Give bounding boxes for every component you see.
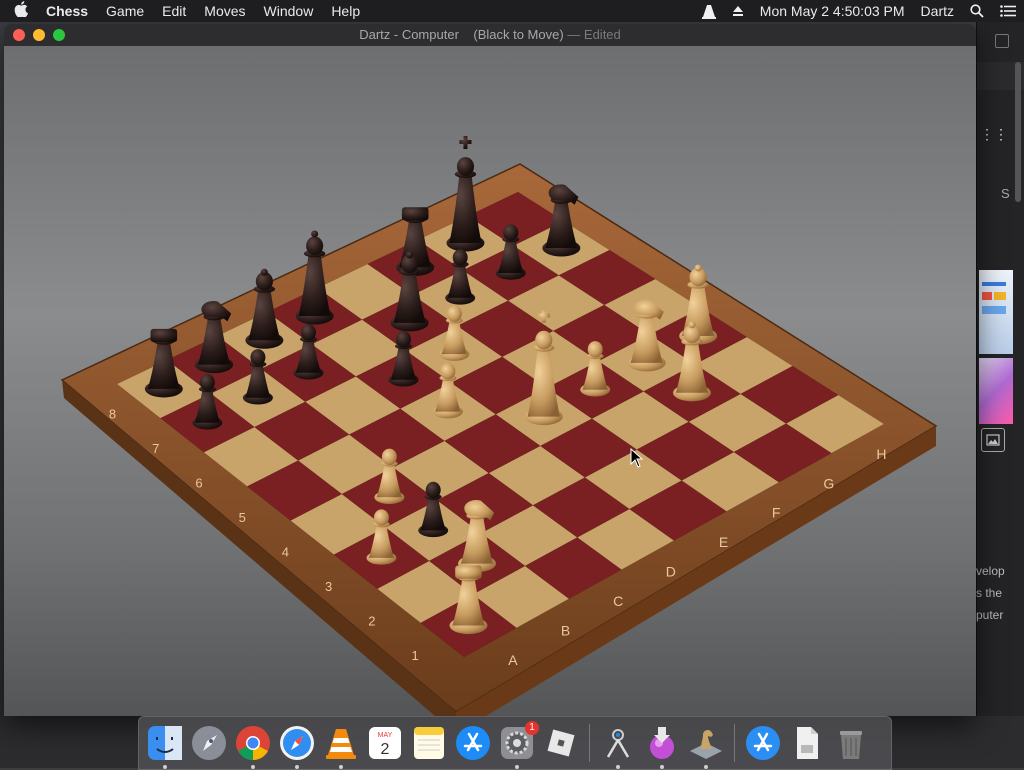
user-name[interactable]: Dartz: [913, 0, 962, 22]
file-label: D: [666, 564, 676, 580]
file-label: A: [508, 652, 518, 668]
instruments-icon[interactable]: [599, 724, 637, 769]
background-text-line-2: s the: [976, 586, 1003, 600]
app-store-download-icon[interactable]: [744, 724, 782, 762]
file-label: E: [719, 534, 728, 550]
roblox-icon[interactable]: [542, 724, 580, 762]
background-close-square-icon: [995, 34, 1009, 48]
dock-separator: [589, 724, 590, 762]
background-scrollbar[interactable]: [1015, 62, 1021, 202]
launchpad-icon[interactable]: [190, 724, 228, 762]
window-title-text: Dartz - Computer: [359, 27, 459, 42]
notes-icon[interactable]: [410, 724, 448, 762]
rank-label: 3: [325, 579, 332, 594]
rank-label: 4: [282, 545, 289, 560]
file-label: F: [772, 505, 781, 521]
running-indicator: [163, 765, 167, 769]
rank-label: 8: [109, 407, 116, 422]
menu-help[interactable]: Help: [322, 0, 369, 22]
rank-label: 2: [368, 613, 375, 628]
window-title: Dartz - Computer (Black to Move) — Edite…: [4, 24, 976, 46]
eject-icon[interactable]: [724, 5, 752, 17]
file-label: G: [823, 475, 834, 491]
running-indicator: [616, 765, 620, 769]
board-scene[interactable]: 1 2 3 4 5 6 7 8 A B C D E F G H: [4, 46, 976, 716]
edited-indicator: — Edited: [567, 27, 621, 42]
rank-label: 1: [411, 648, 418, 663]
running-indicator: [251, 765, 255, 769]
safari-icon[interactable]: [278, 724, 316, 769]
mouse-cursor: [630, 448, 644, 468]
app-store-icon[interactable]: [454, 724, 492, 762]
chess-app-icon[interactable]: [687, 724, 725, 769]
vlc-status-icon[interactable]: [694, 4, 724, 19]
running-indicator: [515, 765, 519, 769]
calendar-icon[interactable]: MAY 2: [366, 724, 404, 762]
dock-separator: [734, 724, 735, 762]
clock[interactable]: Mon May 2 4:50:03 PM: [752, 0, 913, 22]
window-titlebar[interactable]: Dartz - Computer (Black to Move) — Edite…: [4, 24, 976, 47]
trash-icon[interactable]: [832, 724, 870, 762]
system-preferences-icon[interactable]: 1: [498, 721, 539, 769]
file-label: C: [613, 593, 623, 609]
image-icon[interactable]: [981, 428, 1005, 452]
running-indicator: [295, 765, 299, 769]
menu-bar: Chess Game Edit Moves Window Help Mon Ma…: [0, 0, 1024, 22]
rank-label: 6: [195, 476, 202, 491]
background-thumbnail-2: [979, 358, 1013, 424]
turn-status: (Black to Move): [473, 27, 564, 42]
background-window-strip-right: [886, 716, 1024, 768]
chess-board[interactable]: 1 2 3 4 5 6 7 8 A B C D E F G H: [4, 46, 976, 716]
menu-app-chess[interactable]: Chess: [42, 0, 97, 22]
installer-icon[interactable]: [643, 724, 681, 769]
running-indicator: [704, 765, 708, 769]
background-text-line-3: puter: [976, 608, 1004, 622]
notification-badge: 1: [525, 721, 539, 735]
grid-dots-icon[interactable]: ⋮⋮: [980, 126, 1008, 143]
menu-game[interactable]: Game: [97, 0, 153, 22]
file-label: H: [876, 446, 886, 462]
calendar-day: 2: [381, 741, 390, 758]
background-window-strip: [0, 716, 138, 768]
background-side-letter: S: [1001, 186, 1010, 201]
notification-center-icon[interactable]: [992, 5, 1024, 17]
chrome-icon[interactable]: [234, 724, 272, 769]
background-text-line-1: velop: [976, 564, 1005, 578]
rank-label: 7: [152, 441, 159, 456]
vlc-icon[interactable]: [322, 724, 360, 769]
chess-window: Dartz - Computer (Black to Move) — Edite…: [4, 24, 976, 716]
dock: MAY 2 1: [138, 716, 892, 770]
menu-window[interactable]: Window: [255, 0, 323, 22]
calendar-month: MAY: [378, 732, 393, 739]
document-icon[interactable]: [788, 724, 826, 762]
finder-icon[interactable]: [146, 724, 184, 769]
apple-menu-icon[interactable]: [0, 1, 42, 21]
background-thumbnail-1: [979, 270, 1013, 354]
spotlight-search-icon[interactable]: [962, 4, 992, 18]
running-indicator: [339, 765, 343, 769]
rank-label: 5: [239, 510, 246, 525]
running-indicator: [660, 765, 664, 769]
menu-moves[interactable]: Moves: [195, 0, 254, 22]
file-label: B: [561, 623, 570, 639]
menu-edit[interactable]: Edit: [153, 0, 195, 22]
